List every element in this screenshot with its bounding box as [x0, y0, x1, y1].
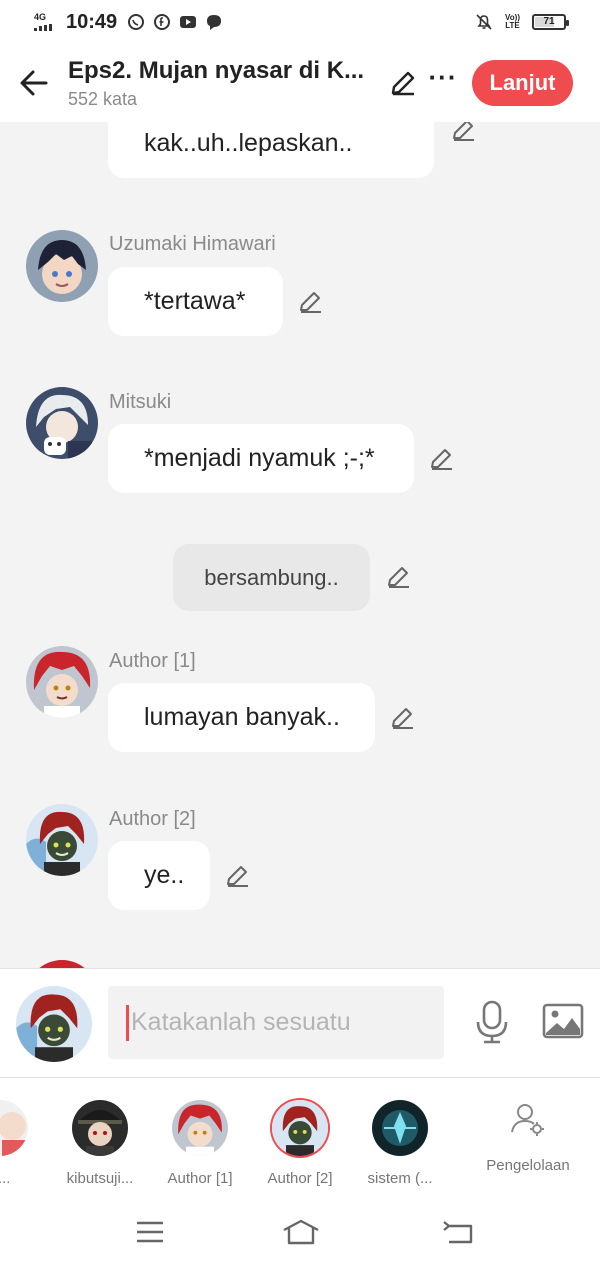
more-options-button[interactable]: ···: [428, 64, 458, 98]
character-item[interactable]: p...: [0, 1100, 50, 1187]
text-caret: [126, 1004, 129, 1041]
title-block: Eps2. Mujan nyasar di K... 552 kata: [68, 57, 378, 110]
message-bubble[interactable]: *menjadi nyamuk ;-;*: [108, 424, 414, 493]
character-item[interactable]: Author [1]: [150, 1100, 250, 1187]
pencil-icon: [391, 71, 415, 96]
character-label: Author [1]: [167, 1170, 233, 1187]
status-bar: 4G 10:49 Vo)) LTE 71: [0, 0, 600, 44]
message-input-placeholder: Katakanlah sesuatu: [131, 1008, 351, 1036]
whatsapp-icon: [128, 14, 145, 30]
management-label: Pengelolaan: [486, 1157, 570, 1174]
character-selector: p... kibutsuji... Author [1] Author [2] …: [0, 1078, 600, 1198]
character-avatar: [0, 1100, 28, 1156]
home-icon[interactable]: [281, 1218, 321, 1246]
back-button[interactable]: [14, 63, 54, 103]
character-management-button[interactable]: Pengelolaan: [478, 1100, 578, 1174]
message-input-bar: Katakanlah sesuatu: [0, 968, 600, 1078]
edit-message-icon[interactable]: [450, 122, 478, 144]
character-item[interactable]: kibutsuji...: [50, 1100, 150, 1187]
image-icon[interactable]: [542, 1003, 584, 1039]
current-character-avatar[interactable]: [16, 986, 92, 1062]
edit-message-icon[interactable]: [385, 563, 413, 591]
chat-bubble-icon: [207, 15, 222, 30]
youtube-icon: [180, 16, 197, 28]
clock: 10:49: [66, 10, 118, 33]
edit-message-icon[interactable]: [224, 862, 252, 890]
microphone-icon[interactable]: [474, 1000, 510, 1044]
edit-title-button[interactable]: [388, 68, 418, 98]
message-text: *tertawa*: [144, 287, 246, 315]
character-avatar: [272, 1100, 328, 1156]
battery-icon: 71: [532, 14, 569, 30]
system-navigation-bar: [0, 1198, 600, 1267]
avatar[interactable]: [26, 646, 98, 718]
edit-message-icon[interactable]: [389, 704, 417, 732]
volte-indicator: Vo)) LTE: [505, 13, 520, 30]
message-text: lumayan banyak..: [144, 703, 340, 731]
character-avatar: [72, 1100, 128, 1156]
avatar[interactable]: [26, 960, 98, 968]
mute-notification-icon: [476, 14, 492, 30]
continue-button[interactable]: Lanjut: [472, 60, 573, 106]
character-avatar: [372, 1100, 428, 1156]
message-bubble[interactable]: ye..: [108, 841, 210, 910]
user-settings-icon: [511, 1104, 544, 1136]
character-label: sistem (...: [367, 1170, 433, 1187]
character-item[interactable]: sistem (...: [350, 1100, 450, 1187]
app-header: Eps2. Mujan nyasar di K... 552 kata ··· …: [0, 44, 600, 122]
message-bubble[interactable]: lumayan banyak..: [108, 683, 375, 752]
signal-indicator: 4G: [34, 13, 60, 31]
page-title: Eps2. Mujan nyasar di K...: [68, 56, 365, 84]
message-bubble[interactable]: *tertawa*: [108, 267, 283, 336]
message-text: kak..uh..lepaskan..: [144, 128, 353, 157]
sender-name: Uzumaki Himawari: [109, 233, 276, 255]
narration-bubble[interactable]: bersambung..: [173, 544, 370, 611]
edit-message-icon[interactable]: [297, 288, 325, 316]
battery-level: 71: [543, 16, 555, 27]
character-label: Author [2]: [267, 1170, 333, 1187]
back-nav-icon[interactable]: [441, 1218, 475, 1246]
message-input[interactable]: Katakanlah sesuatu: [108, 986, 444, 1059]
message-text: *menjadi nyamuk ;-;*: [144, 444, 375, 472]
menu-icon[interactable]: [133, 1218, 167, 1246]
sender-name: Mitsuki: [109, 391, 172, 413]
signal-bars-icon: [34, 24, 60, 31]
narration-text: bersambung..: [204, 564, 339, 590]
avatar[interactable]: [26, 387, 98, 459]
message-text: ye..: [144, 861, 185, 889]
character-label: p...: [0, 1170, 11, 1187]
character-avatar: [172, 1100, 228, 1156]
edit-message-icon[interactable]: [428, 445, 456, 473]
chat-area[interactable]: kak..uh..lepaskan.. Uzumaki Himawari *te…: [0, 122, 600, 968]
word-count: 552 kata: [68, 88, 138, 109]
sender-name: Author [1]: [109, 650, 196, 672]
avatar[interactable]: [26, 804, 98, 876]
facebook-icon: [154, 14, 171, 30]
message-bubble[interactable]: kak..uh..lepaskan..: [108, 122, 434, 178]
sender-name: Author [2]: [109, 808, 196, 830]
avatar[interactable]: [26, 230, 98, 302]
network-type: 4G: [34, 12, 47, 22]
character-label: kibutsuji...: [66, 1170, 134, 1187]
character-item[interactable]: Author [2]: [250, 1100, 350, 1187]
arrow-left-icon: [20, 70, 48, 96]
